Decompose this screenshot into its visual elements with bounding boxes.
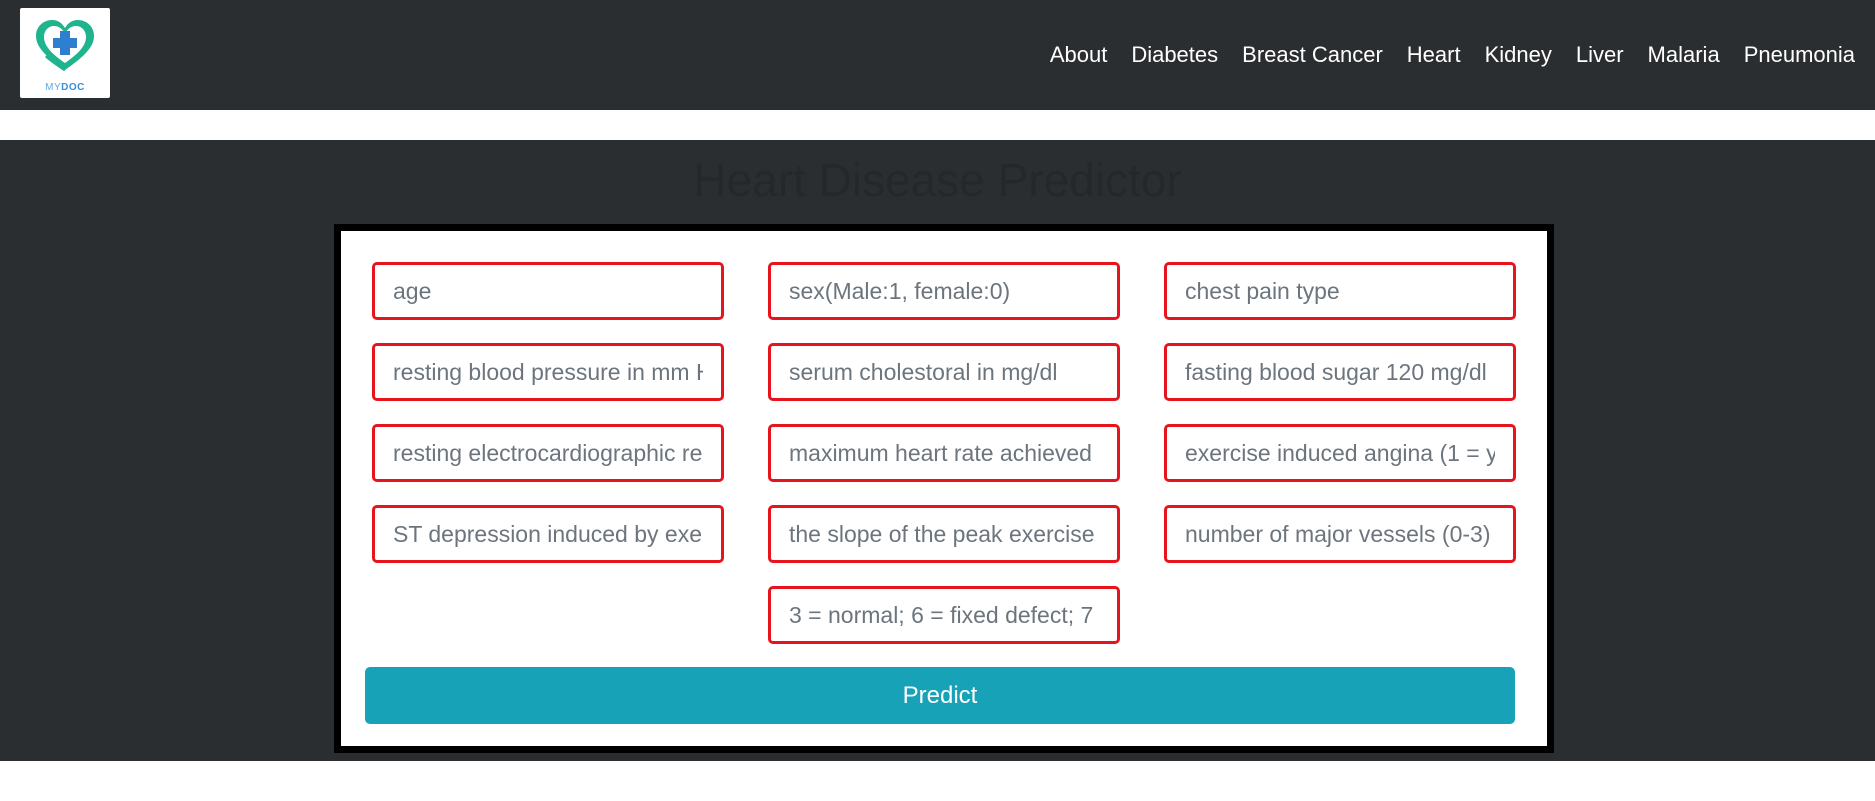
nav-link-about[interactable]: About: [1038, 38, 1120, 72]
st-depression-field[interactable]: [372, 505, 724, 563]
max-heart-rate-field[interactable]: [768, 424, 1120, 482]
exercise-angina-field[interactable]: [1164, 424, 1516, 482]
mydoc-logo[interactable]: MYDOC: [20, 8, 110, 98]
serum-cholesterol-field[interactable]: [768, 343, 1120, 401]
page-title: Heart Disease Predictor: [693, 154, 1182, 206]
nav-link-malaria[interactable]: Malaria: [1636, 38, 1732, 72]
sex-field[interactable]: [768, 262, 1120, 320]
logo-text: MYDOC: [45, 82, 85, 93]
thal-field[interactable]: [768, 586, 1120, 644]
resting-ecg-field[interactable]: [372, 424, 724, 482]
nav-link-heart[interactable]: Heart: [1395, 38, 1473, 72]
navbar: MYDOC About Diabetes Breast Cancer Heart…: [0, 0, 1875, 110]
chest-pain-type-field[interactable]: [1164, 262, 1516, 320]
age-field[interactable]: [372, 262, 724, 320]
major-vessels-field[interactable]: [1164, 505, 1516, 563]
resting-blood-pressure-field[interactable]: [372, 343, 724, 401]
nav-link-liver[interactable]: Liver: [1564, 38, 1636, 72]
nav-link-diabetes[interactable]: Diabetes: [1119, 38, 1230, 72]
st-slope-field[interactable]: [768, 505, 1120, 563]
predict-button[interactable]: Predict: [365, 667, 1515, 724]
nav-links: About Diabetes Breast Cancer Heart Kidne…: [1038, 38, 1855, 72]
fasting-blood-sugar-field[interactable]: [1164, 343, 1516, 401]
nav-link-breast-cancer[interactable]: Breast Cancer: [1230, 38, 1395, 72]
nav-link-kidney[interactable]: Kidney: [1473, 38, 1564, 72]
nav-link-pneumonia[interactable]: Pneumonia: [1732, 38, 1855, 72]
